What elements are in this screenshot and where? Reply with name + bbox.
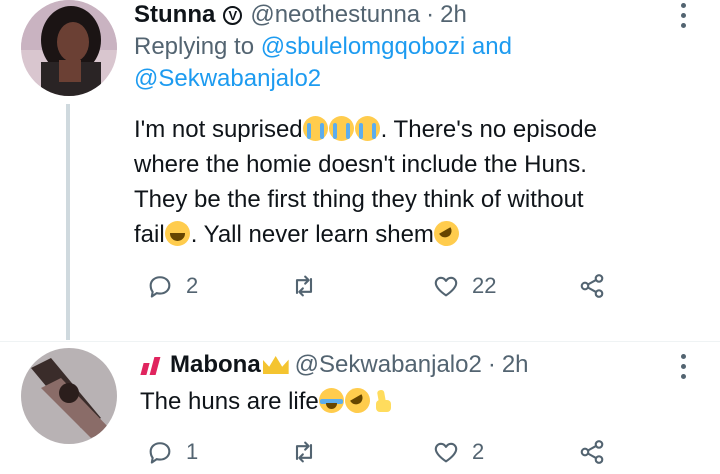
text-segment: I'm not suprised — [134, 116, 303, 143]
separator-dot: · — [487, 351, 496, 378]
like-button[interactable]: 2 — [432, 438, 484, 466]
timestamp[interactable]: 2h — [440, 1, 467, 29]
like-icon — [434, 442, 458, 463]
retweet-icon — [295, 441, 313, 463]
mention-link[interactable]: @Sekwabanjalo2 — [134, 65, 321, 92]
text-line: I'm not suprised . There's no episode — [134, 112, 714, 147]
avatar-stunna[interactable] — [21, 0, 117, 96]
tweet-header: Stunna V @neothestunna · 2h — [134, 0, 467, 30]
rolling-on-floor-laughing-emoji — [340, 383, 375, 418]
text-line: where the homie doesn't include the Huns… — [134, 151, 587, 178]
tweet-header: Mabona @Sekwabanjalo2 · 2h — [140, 350, 529, 380]
tweet-actions: 2 22 — [0, 272, 720, 308]
tweet-mabona[interactable]: Mabona @Sekwabanjalo2 · 2h The huns are … — [0, 342, 720, 468]
mention-link[interactable]: @sbulelomgqobozi — [261, 33, 465, 60]
grinning-squinting-face-emoji — [164, 221, 190, 246]
text-line: fail . Yall never learn shem — [134, 216, 714, 252]
loudly-crying-face-emoji — [328, 116, 354, 141]
reply-icon — [149, 442, 171, 464]
like-button[interactable]: 22 — [432, 272, 496, 300]
loudly-crying-face-emoji — [354, 116, 380, 141]
like-count: 2 — [472, 439, 485, 464]
replying-and: and — [471, 33, 512, 60]
tweet-actions: 1 2 — [0, 438, 720, 474]
rolling-on-floor-laughing-emoji — [429, 216, 464, 251]
text-segment: The huns are life — [140, 388, 319, 415]
reply-button[interactable]: 2 — [146, 272, 198, 300]
more-options-icon[interactable] — [681, 3, 687, 33]
text-segment: . There's no episode — [380, 116, 597, 143]
display-name[interactable]: Mabona — [170, 351, 261, 379]
user-handle[interactable]: @Sekwabanjalo2 — [295, 351, 482, 379]
tweet-text: The huns are life — [140, 383, 700, 419]
reply-count: 1 — [186, 439, 199, 464]
reply-button[interactable]: 1 — [146, 438, 198, 466]
verified-icon: V — [223, 5, 243, 25]
retweet-button[interactable] — [290, 438, 330, 466]
reply-count: 2 — [186, 273, 199, 298]
reply-icon — [149, 276, 171, 298]
share-icon — [580, 274, 604, 298]
timestamp[interactable]: 2h — [502, 351, 529, 379]
share-icon — [580, 440, 604, 464]
crossed-fingers-emoji — [371, 388, 396, 413]
crown-icon — [263, 356, 289, 374]
face-with-tears-of-joy-emoji — [318, 388, 344, 413]
like-icon — [434, 276, 458, 297]
retweet-icon — [295, 275, 313, 297]
share-button[interactable] — [578, 272, 606, 300]
display-name[interactable]: Stunna — [134, 1, 215, 29]
retweet-button[interactable] — [290, 272, 330, 300]
user-handle[interactable]: @neothestunna — [250, 1, 420, 29]
text-segment: fail — [134, 221, 165, 248]
tweet-text: I'm not suprised . There's no episode whe… — [134, 112, 714, 252]
avatar-mabona[interactable] — [21, 348, 117, 444]
tweet-stunna[interactable]: Stunna V @neothestunna · 2h Replying to … — [0, 0, 720, 340]
replying-to: Replying to @sbulelomgqobozi and @Sekwab… — [134, 31, 512, 95]
signal-icon — [140, 355, 166, 375]
share-button[interactable] — [578, 438, 606, 466]
text-line: They be the first thing they think of wi… — [134, 186, 584, 213]
replying-prefix: Replying to — [134, 33, 255, 60]
like-count: 22 — [472, 273, 497, 298]
more-options-icon[interactable] — [681, 354, 687, 384]
loudly-crying-face-emoji — [302, 116, 328, 141]
separator-dot: · — [426, 1, 435, 28]
text-segment: . Yall never learn shem — [190, 221, 434, 248]
